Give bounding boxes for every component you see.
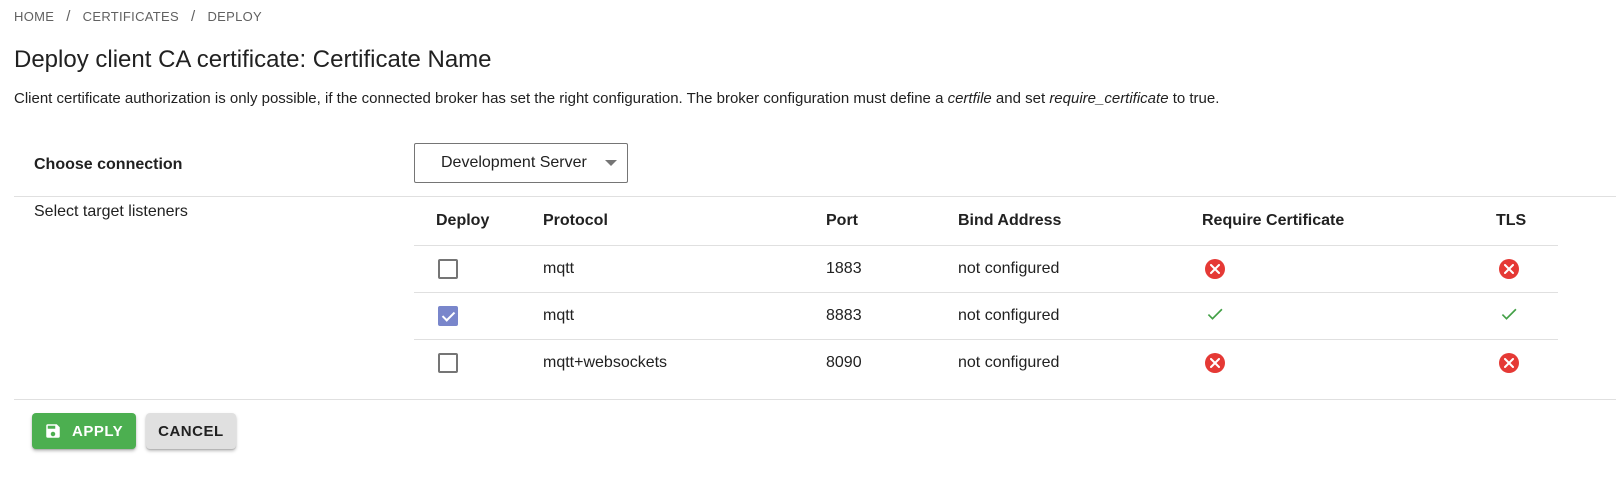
cancel-button[interactable]: CANCEL [146,413,236,449]
cancel-button-label: CANCEL [158,422,224,440]
connection-label: Choose connection [34,156,183,173]
description-text: Client certificate authorization is only… [14,90,948,107]
connection-select-value: Development Server [441,154,587,171]
breadcrumb-separator: / [190,8,196,25]
breadcrumb-home[interactable]: HOME [14,9,54,24]
apply-button-label: APPLY [72,422,124,440]
description-text: to true. [1168,90,1220,107]
column-header-require-certificate: Require Certificate [1202,197,1496,246]
description-require-certificate: require_certificate [1049,90,1169,107]
connection-select[interactable]: Development Server [414,143,628,183]
table-row: mqtt 8883 not configured [414,292,1558,340]
cell-bind-address: not configured [958,292,1202,340]
action-buttons: APPLY CANCEL [32,413,236,449]
cell-port: 1883 [826,245,958,293]
cell-protocol: mqtt [543,292,826,340]
page-title: Deploy client CA certificate: Certificat… [14,46,492,73]
error-icon [1205,259,1225,279]
breadcrumb-deploy: DEPLOY [207,9,262,24]
breadcrumb: HOME / CERTIFICATES / DEPLOY [14,8,262,25]
table-row: mqtt 1883 not configured [414,245,1558,293]
error-icon [1499,353,1519,373]
deploy-checkbox[interactable] [438,353,458,373]
listeners-table: Deploy Protocol Port Bind Address Requir… [414,197,1558,386]
description-certfile: certfile [947,90,992,107]
column-header-deploy: Deploy [414,197,543,246]
deploy-checkbox[interactable] [438,306,458,326]
check-icon [1205,304,1225,329]
cell-bind-address: not configured [958,245,1202,293]
page-description: Client certificate authorization is only… [14,90,1219,107]
column-header-tls: TLS [1496,197,1558,246]
deploy-checkbox[interactable] [438,259,458,279]
column-header-bind-address: Bind Address [958,197,1202,246]
connection-row: Choose connection Development Server [14,140,1616,197]
cell-port: 8090 [826,354,862,371]
column-header-protocol: Protocol [543,197,826,246]
check-icon [1499,304,1519,329]
error-icon [1205,353,1225,373]
cell-protocol: mqtt+websockets [543,354,668,371]
column-header-port: Port [826,197,958,246]
listeners-row: Select target listeners Deploy Protocol … [14,197,1616,400]
apply-button[interactable]: APPLY [32,413,137,449]
table-header-row: Deploy Protocol Port Bind Address Requir… [414,197,1558,246]
listeners-label: Select target listeners [34,203,188,220]
cell-port: 8883 [826,292,958,340]
error-icon [1499,259,1519,279]
table-row: mqtt+websockets 8090 not configured [414,340,1558,387]
breadcrumb-separator: / [66,8,71,25]
breadcrumb-certificates[interactable]: CERTIFICATES [83,9,179,24]
cell-protocol: mqtt [543,245,826,293]
caret-down-icon [605,160,617,166]
save-icon [44,422,62,440]
description-text: and set [991,90,1050,107]
cell-bind-address: not configured [958,354,1060,371]
